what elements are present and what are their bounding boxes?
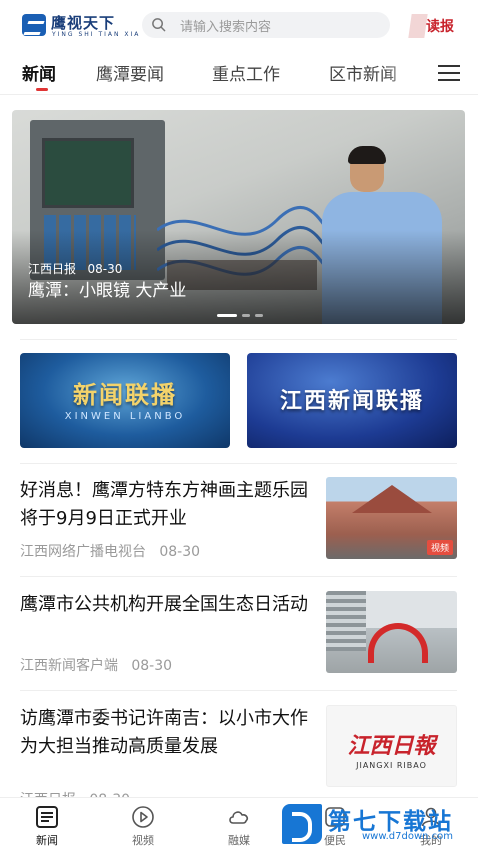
search-placeholder: 请输入搜索内容 xyxy=(180,20,272,35)
app-logo[interactable]: 鹰视天下 YING SHI TIAN XIA xyxy=(22,12,138,42)
logo-mark-icon xyxy=(22,14,46,36)
tab-news[interactable]: 新闻 xyxy=(22,60,56,85)
category-tabs: 新闻 鹰潭要闻 重点工作 区市新闻 xyxy=(0,52,478,94)
news-thumbnail: 江西日報 JIANGXI RIBAO xyxy=(326,705,457,787)
news-title: 访鹰潭市委书记许南吉：以小市大作为大担当推动高质量发展 xyxy=(20,708,308,757)
logo-subtext: YING SHI TIAN XIA xyxy=(52,31,141,38)
play-icon xyxy=(132,806,154,828)
news-meta: 江西网络广播电视台 08-30 xyxy=(20,541,200,561)
site-watermark: 第七下载站 www.d7down.com xyxy=(282,800,472,850)
hero-meta: 江西日报 08-30 xyxy=(28,260,122,277)
news-meta: 江西新闻客户端 08-30 xyxy=(20,655,172,675)
news-icon xyxy=(36,806,58,828)
app-header: 鹰视天下 YING SHI TIAN XIA 请输入搜索内容 读报 xyxy=(0,0,478,52)
news-item[interactable]: 鹰潭市公共机构开展全国生态日活动 江西新闻客户端 08-30 xyxy=(20,591,457,681)
news-title: 鹰潭市公共机构开展全国生态日活动 xyxy=(20,594,308,615)
news-thumbnail: 视频 xyxy=(326,477,457,559)
section-divider xyxy=(20,463,457,464)
hero-source: 江西日报 xyxy=(28,262,77,276)
program-title: 江西新闻联播 xyxy=(279,389,424,414)
news-date: 08-30 xyxy=(131,658,173,674)
nav-news[interactable]: 新闻 xyxy=(17,802,77,848)
tabs-fade xyxy=(385,52,430,92)
hero-panel-graphic xyxy=(42,138,134,208)
jiangxi-ribao-logo-en: JIANGXI RIBAO xyxy=(356,761,427,770)
watermark-logo-icon xyxy=(282,804,322,844)
news-thumbnail xyxy=(326,591,457,673)
program-xinwen-lianbo[interactable]: 新闻联播 XINWEN LIANBO xyxy=(20,353,230,448)
hero-carousel[interactable]: 江西日报 08-30 鹰潭：小眼镜 大产业 xyxy=(12,110,465,324)
read-newspaper-button[interactable]: 读报 xyxy=(408,10,468,40)
carousel-dots xyxy=(217,314,277,318)
news-source: 江西网络广播电视台 xyxy=(20,544,146,560)
news-date: 08-30 xyxy=(159,544,201,560)
menu-icon[interactable] xyxy=(438,64,460,82)
carousel-dot[interactable] xyxy=(255,314,263,317)
section-divider xyxy=(20,576,457,577)
newspaper-icon xyxy=(408,14,428,38)
news-title: 好消息！鹰潭方特东方神画主题乐园将于9月9日正式开业 xyxy=(20,480,308,529)
program-subtitle: XINWEN LIANBO xyxy=(64,411,186,422)
active-tab-indicator xyxy=(36,88,48,91)
nav-media[interactable]: 融媒 xyxy=(209,802,269,848)
section-divider xyxy=(20,339,457,340)
jiangxi-ribao-logo: 江西日報 xyxy=(347,733,436,759)
cloud-icon xyxy=(229,811,249,824)
program-title: 新闻联播 xyxy=(73,381,177,409)
nav-video[interactable]: 视频 xyxy=(113,802,173,848)
section-divider xyxy=(20,690,457,691)
tabs-divider xyxy=(0,94,478,95)
hero-title: 鹰潭：小眼镜 大产业 xyxy=(28,281,187,301)
news-item[interactable]: 访鹰潭市委书记许南吉：以小市大作为大担当推动高质量发展 江西日报 08-30 江… xyxy=(20,705,457,808)
program-jiangxi-xinwen-lianbo[interactable]: 江西新闻联播 xyxy=(247,353,457,448)
nav-label: 融媒 xyxy=(228,834,250,847)
news-source: 江西新闻客户端 xyxy=(20,658,118,674)
video-badge: 视频 xyxy=(426,540,453,555)
search-icon xyxy=(152,18,166,32)
nav-label: 视频 xyxy=(132,834,154,847)
carousel-dot[interactable] xyxy=(217,314,237,317)
logo-text: 鹰视天下 xyxy=(51,14,116,32)
nav-label: 新闻 xyxy=(36,834,58,847)
tab-yingtan-headlines[interactable]: 鹰潭要闻 xyxy=(96,60,164,85)
read-newspaper-label: 读报 xyxy=(426,19,454,35)
search-input[interactable]: 请输入搜索内容 xyxy=(142,12,390,38)
carousel-dot[interactable] xyxy=(242,314,250,317)
tab-key-work[interactable]: 重点工作 xyxy=(212,60,280,85)
hero-date: 08-30 xyxy=(87,262,123,276)
news-item[interactable]: 好消息！鹰潭方特东方神画主题乐园将于9月9日正式开业 江西网络广播电视台 08-… xyxy=(20,477,457,567)
watermark-url: www.d7down.com xyxy=(362,831,454,842)
